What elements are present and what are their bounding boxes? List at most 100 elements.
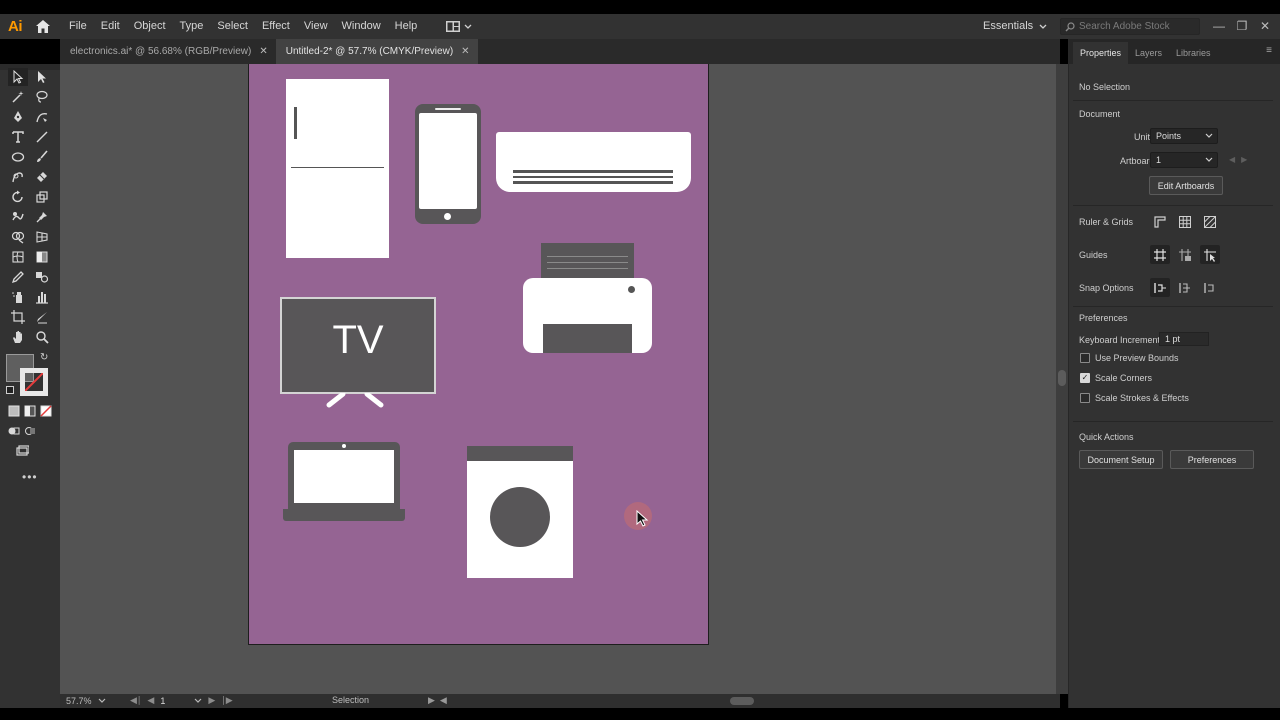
menu-window[interactable]: Window xyxy=(335,14,388,39)
stroke-swatch[interactable] xyxy=(20,368,48,396)
menu-file[interactable]: File xyxy=(62,14,94,39)
rulers-toggle[interactable] xyxy=(1150,212,1170,231)
previous-artboard-icon[interactable]: ◀ xyxy=(147,695,154,706)
shaper-tool[interactable] xyxy=(8,168,28,186)
menu-help[interactable]: Help xyxy=(388,14,425,39)
preferences-button[interactable]: Preferences xyxy=(1170,450,1254,469)
slice-tool[interactable] xyxy=(32,308,52,326)
tv-illustration[interactable]: TV xyxy=(280,297,436,394)
horizontal-scroll-thumb[interactable] xyxy=(730,697,754,705)
column-graph-tool[interactable] xyxy=(32,288,52,306)
snap-to-point-toggle[interactable] xyxy=(1150,278,1170,297)
curvature-tool[interactable] xyxy=(32,108,52,126)
zoom-level-field[interactable]: 57.7% xyxy=(66,695,116,707)
phone-illustration[interactable] xyxy=(415,104,481,224)
home-icon[interactable] xyxy=(30,14,56,39)
use-preview-bounds-checkbox[interactable]: Use Preview Bounds xyxy=(1080,353,1179,363)
ellipse-tool[interactable] xyxy=(8,148,28,166)
washing-machine-illustration[interactable] xyxy=(467,446,573,578)
selection-tool[interactable] xyxy=(8,68,28,86)
shape-builder-tool[interactable] xyxy=(8,228,28,246)
minimize-button[interactable]: — xyxy=(1210,18,1228,34)
tab-libraries[interactable]: Libraries xyxy=(1169,42,1218,64)
transparency-grid-toggle[interactable] xyxy=(1200,212,1220,231)
status-tool-label[interactable]: Selection xyxy=(332,695,369,705)
menu-edit[interactable]: Edit xyxy=(94,14,127,39)
canvas[interactable]: TV xyxy=(60,64,1060,694)
artboard[interactable]: TV xyxy=(248,64,709,645)
menu-view[interactable]: View xyxy=(297,14,335,39)
laptop-illustration[interactable] xyxy=(288,442,400,509)
menu-object[interactable]: Object xyxy=(127,14,173,39)
first-artboard-icon[interactable]: ◀∣ xyxy=(130,695,141,706)
close-icon[interactable]: ✕ xyxy=(461,46,469,57)
draw-behind-button[interactable] xyxy=(20,422,40,440)
keyboard-increment-input[interactable]: 1 pt xyxy=(1159,332,1209,346)
units-dropdown[interactable]: Points xyxy=(1150,128,1218,144)
paintbrush-tool[interactable] xyxy=(32,148,52,166)
menu-select[interactable]: Select xyxy=(210,14,255,39)
last-artboard-icon[interactable]: ∣▶ xyxy=(221,695,232,706)
artboard-number[interactable]: 1 xyxy=(160,696,188,706)
mesh-tool[interactable] xyxy=(8,248,28,266)
direct-selection-tool[interactable] xyxy=(32,68,52,86)
tab-layers[interactable]: Layers xyxy=(1128,42,1169,64)
eyedropper-tool[interactable] xyxy=(8,268,28,286)
none-mode-button[interactable] xyxy=(36,402,56,420)
tab-properties[interactable]: Properties xyxy=(1073,42,1129,64)
artboard-nav-arrows-icon[interactable]: ◀▶ xyxy=(1229,155,1253,164)
type-tool[interactable] xyxy=(8,128,28,146)
warp-tool[interactable] xyxy=(8,208,28,226)
fridge-illustration[interactable] xyxy=(286,79,389,258)
magic-wand-tool[interactable] xyxy=(8,88,28,106)
hand-tool[interactable] xyxy=(8,328,28,346)
close-window-button[interactable]: ✕ xyxy=(1256,18,1274,34)
snap-to-pixel-toggle[interactable] xyxy=(1200,278,1220,297)
show-guides-toggle[interactable] xyxy=(1150,245,1170,264)
scroll-thumb[interactable] xyxy=(1058,370,1066,386)
artboard-dropdown[interactable]: 1 xyxy=(1150,152,1218,168)
default-colors-icon[interactable] xyxy=(6,386,14,394)
rotate-tool[interactable] xyxy=(8,188,28,206)
scale-strokes-effects-checkbox[interactable]: Scale Strokes & Effects xyxy=(1080,393,1189,403)
document-setup-button[interactable]: Document Setup xyxy=(1079,450,1163,469)
scale-corners-checkbox[interactable]: ✓ Scale Corners xyxy=(1080,373,1152,383)
panel-menu-icon[interactable]: ≡ xyxy=(1266,45,1272,56)
pen-tool[interactable] xyxy=(8,108,28,126)
menu-type[interactable]: Type xyxy=(173,14,211,39)
blend-tool[interactable] xyxy=(32,268,52,286)
edit-artboards-button[interactable]: Edit Artboards xyxy=(1149,176,1223,195)
stock-search[interactable] xyxy=(1060,18,1200,35)
eraser-tool[interactable] xyxy=(32,168,52,186)
workspace-switcher[interactable]: Essentials xyxy=(983,14,1047,39)
arrange-documents-button[interactable] xyxy=(446,21,472,32)
screen-mode-button[interactable] xyxy=(12,442,32,460)
tab-untitled-2[interactable]: Untitled-2* @ 57.7% (CMYK/Preview) ✕ xyxy=(275,39,478,64)
smart-guides-toggle[interactable] xyxy=(1200,245,1220,264)
close-icon[interactable]: ✕ xyxy=(259,46,267,57)
puppet-warp-tool[interactable] xyxy=(32,208,52,226)
printer-illustration[interactable] xyxy=(523,278,652,353)
chevron-down-icon[interactable] xyxy=(194,698,202,704)
gradient-tool[interactable] xyxy=(32,248,52,266)
line-tool[interactable] xyxy=(32,128,52,146)
more-tools-icon[interactable]: ••• xyxy=(22,470,38,484)
tab-electronics[interactable]: electronics.ai* @ 56.68% (RGB/Preview) ✕ xyxy=(60,39,276,64)
vertical-scrollbar[interactable] xyxy=(1056,64,1068,694)
next-artboard-icon[interactable]: ▶ xyxy=(208,695,215,706)
artboard-tool[interactable] xyxy=(8,308,28,326)
restore-button[interactable]: ❐ xyxy=(1233,18,1251,34)
lock-guides-toggle[interactable] xyxy=(1175,245,1195,264)
search-input[interactable] xyxy=(1079,21,1189,32)
swap-fill-stroke-icon[interactable]: ↻ xyxy=(40,352,48,363)
symbol-sprayer-tool[interactable] xyxy=(8,288,28,306)
grid-toggle[interactable] xyxy=(1175,212,1195,231)
perspective-grid-tool[interactable] xyxy=(32,228,52,246)
lasso-tool[interactable] xyxy=(32,88,52,106)
zoom-tool[interactable] xyxy=(32,328,52,346)
scale-tool[interactable] xyxy=(32,188,52,206)
status-menu-icon[interactable]: ▶ ◀ xyxy=(428,695,447,706)
air-conditioner-illustration[interactable] xyxy=(496,132,691,192)
menu-effect[interactable]: Effect xyxy=(255,14,297,39)
snap-to-grid-toggle[interactable] xyxy=(1175,278,1195,297)
